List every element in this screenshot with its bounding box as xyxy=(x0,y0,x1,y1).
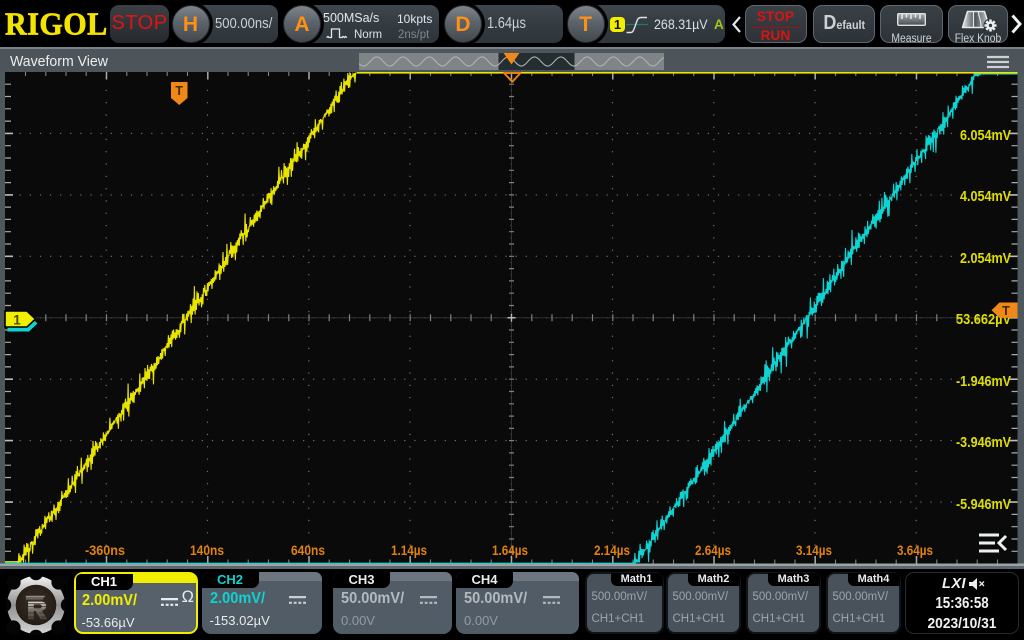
svg-text:-360ns: -360ns xyxy=(85,543,125,558)
svg-text:6.054mV: 6.054mV xyxy=(960,128,1011,144)
svg-text:2.64µs: 2.64µs xyxy=(695,543,731,558)
svg-text:-1.946mV: -1.946mV xyxy=(956,374,1011,390)
svg-text:3.64µs: 3.64µs xyxy=(897,543,933,558)
svg-text:4.054mV: 4.054mV xyxy=(960,189,1011,205)
svg-text:1.14µs: 1.14µs xyxy=(391,543,427,558)
svg-text:2.14µs: 2.14µs xyxy=(594,543,630,558)
svg-text:640ns: 640ns xyxy=(291,543,325,558)
svg-text:1.64µs: 1.64µs xyxy=(492,543,528,558)
svg-text:-5.946mV: -5.946mV xyxy=(956,497,1011,513)
svg-text:1: 1 xyxy=(13,313,21,328)
svg-text:-3.946mV: -3.946mV xyxy=(956,435,1011,451)
svg-text:T: T xyxy=(175,84,183,98)
svg-text:3.14µs: 3.14µs xyxy=(796,543,832,558)
svg-text:140ns: 140ns xyxy=(190,543,224,558)
svg-text:T: T xyxy=(1002,304,1010,318)
svg-text:2.054mV: 2.054mV xyxy=(960,251,1011,267)
